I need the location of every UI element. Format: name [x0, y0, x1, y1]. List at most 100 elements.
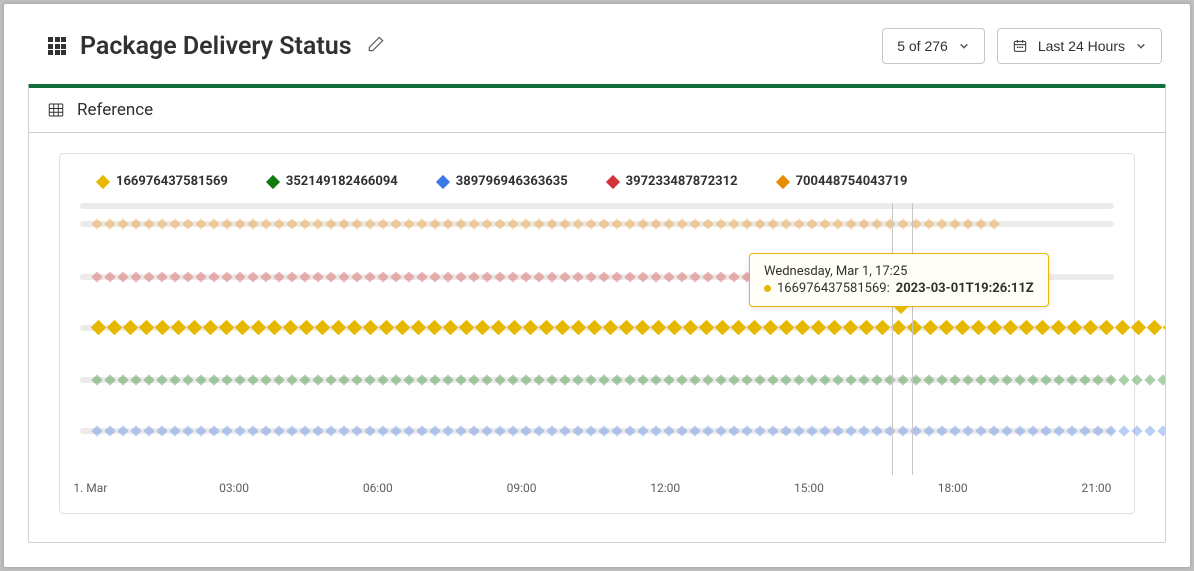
data-point[interactable]: [859, 320, 875, 336]
data-point[interactable]: [286, 271, 297, 282]
data-point[interactable]: [897, 425, 908, 436]
data-point[interactable]: [827, 320, 843, 336]
timerange-dropdown[interactable]: Last 24 Hours: [997, 28, 1162, 64]
data-point[interactable]: [559, 374, 570, 385]
data-point[interactable]: [585, 271, 596, 282]
data-point[interactable]: [411, 320, 427, 336]
data-point[interactable]: [221, 374, 232, 385]
data-point[interactable]: [247, 271, 258, 282]
data-point[interactable]: [169, 425, 180, 436]
data-point[interactable]: [195, 218, 206, 229]
data-point[interactable]: [442, 271, 453, 282]
data-point[interactable]: [780, 218, 791, 229]
data-point[interactable]: [123, 320, 139, 336]
data-point[interactable]: [429, 374, 440, 385]
data-point[interactable]: [949, 425, 960, 436]
data-point[interactable]: [871, 425, 882, 436]
data-point[interactable]: [819, 218, 830, 229]
data-point[interactable]: [208, 425, 219, 436]
data-point[interactable]: [546, 218, 557, 229]
data-point[interactable]: [1067, 320, 1083, 336]
data-point[interactable]: [1019, 320, 1035, 336]
data-point[interactable]: [104, 271, 115, 282]
data-point[interactable]: [494, 271, 505, 282]
data-point[interactable]: [468, 218, 479, 229]
data-point[interactable]: [533, 374, 544, 385]
data-point[interactable]: [416, 271, 427, 282]
data-point[interactable]: [598, 374, 609, 385]
data-point[interactable]: [416, 218, 427, 229]
data-point[interactable]: [728, 271, 739, 282]
data-point[interactable]: [267, 320, 283, 336]
data-point[interactable]: [728, 218, 739, 229]
data-point[interactable]: [481, 218, 492, 229]
data-point[interactable]: [923, 320, 939, 336]
legend-item[interactable]: 397233487872312: [608, 174, 738, 189]
data-point[interactable]: [897, 374, 908, 385]
data-point[interactable]: [377, 425, 388, 436]
data-point[interactable]: [754, 374, 765, 385]
data-point[interactable]: [806, 374, 817, 385]
data-point[interactable]: [1157, 374, 1166, 385]
data-point[interactable]: [260, 218, 271, 229]
data-point[interactable]: [171, 320, 187, 336]
data-point[interactable]: [481, 374, 492, 385]
data-point[interactable]: [403, 218, 414, 229]
data-point[interactable]: [572, 218, 583, 229]
data-point[interactable]: [286, 374, 297, 385]
data-point[interactable]: [715, 271, 726, 282]
data-point[interactable]: [832, 374, 843, 385]
data-point[interactable]: [364, 374, 375, 385]
data-point[interactable]: [155, 320, 171, 336]
data-point[interactable]: [507, 218, 518, 229]
data-point[interactable]: [1163, 320, 1166, 336]
data-point[interactable]: [598, 218, 609, 229]
data-point[interactable]: [1131, 320, 1147, 336]
data-point[interactable]: [559, 218, 570, 229]
data-point[interactable]: [587, 320, 603, 336]
data-point[interactable]: [624, 425, 635, 436]
data-point[interactable]: [939, 320, 955, 336]
data-point[interactable]: [338, 218, 349, 229]
data-point[interactable]: [403, 425, 414, 436]
data-point[interactable]: [377, 218, 388, 229]
data-point[interactable]: [624, 218, 635, 229]
data-point[interactable]: [923, 374, 934, 385]
data-point[interactable]: [338, 374, 349, 385]
data-point[interactable]: [741, 425, 752, 436]
data-point[interactable]: [819, 374, 830, 385]
data-point[interactable]: [845, 374, 856, 385]
data-point[interactable]: [987, 320, 1003, 336]
data-point[interactable]: [523, 320, 539, 336]
data-point[interactable]: [331, 320, 347, 336]
data-point[interactable]: [619, 320, 635, 336]
data-point[interactable]: [363, 320, 379, 336]
data-point[interactable]: [520, 271, 531, 282]
data-point[interactable]: [91, 425, 102, 436]
data-point[interactable]: [130, 218, 141, 229]
data-point[interactable]: [491, 320, 507, 336]
data-point[interactable]: [130, 425, 141, 436]
data-point[interactable]: [962, 425, 973, 436]
data-point[interactable]: [234, 374, 245, 385]
data-point[interactable]: [429, 425, 440, 436]
data-point[interactable]: [221, 425, 232, 436]
data-point[interactable]: [702, 271, 713, 282]
data-point[interactable]: [936, 425, 947, 436]
data-point[interactable]: [139, 320, 155, 336]
data-point[interactable]: [611, 218, 622, 229]
data-point[interactable]: [507, 320, 523, 336]
data-point[interactable]: [793, 218, 804, 229]
data-point[interactable]: [546, 425, 557, 436]
data-point[interactable]: [377, 374, 388, 385]
data-point[interactable]: [273, 425, 284, 436]
data-point[interactable]: [1147, 320, 1163, 336]
data-point[interactable]: [533, 425, 544, 436]
data-point[interactable]: [1118, 425, 1129, 436]
data-point[interactable]: [779, 320, 795, 336]
data-point[interactable]: [130, 271, 141, 282]
data-point[interactable]: [663, 271, 674, 282]
data-point[interactable]: [955, 320, 971, 336]
data-point[interactable]: [299, 374, 310, 385]
data-point[interactable]: [754, 425, 765, 436]
